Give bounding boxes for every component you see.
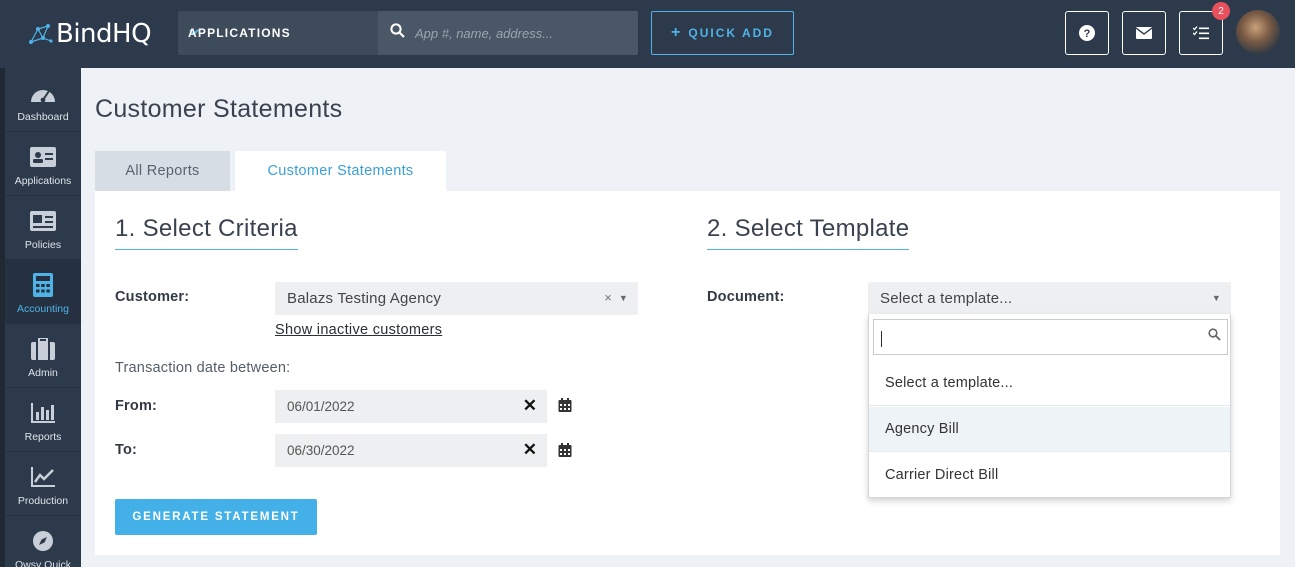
from-date-input[interactable]: 06/01/2022 ✕ [275, 390, 547, 423]
id-card-icon [29, 144, 57, 170]
to-calendar-icon[interactable] [558, 443, 572, 457]
sidebar-item-applications[interactable]: Applications [5, 132, 81, 196]
tab-label: Customer Statements [267, 163, 414, 179]
logo-text: BindHQ [56, 19, 152, 49]
tab-label: All Reports [125, 163, 200, 179]
template-dropdown-search[interactable] [873, 319, 1228, 355]
sidebar-item-production[interactable]: Production [5, 452, 81, 516]
transaction-date-label: Transaction date between: [115, 360, 291, 376]
bindhq-logo[interactable]: BindHQ [28, 18, 152, 50]
global-search [378, 11, 638, 55]
template-option-agency-bill[interactable]: Agency Bill [869, 407, 1230, 452]
sidebar-item-label: Reports [24, 431, 62, 443]
to-date-value: 06/30/2022 [287, 443, 355, 458]
template-option-placeholder[interactable]: Select a template... [869, 361, 1230, 406]
tasks-count-badge: 2 [1212, 2, 1230, 20]
sidebar-item-label: Dashboard [17, 111, 69, 123]
template-dropdown: Select a template... Agency Bill Carrier… [868, 314, 1231, 498]
to-label: To: [115, 442, 138, 458]
help-button[interactable]: ? [1065, 11, 1109, 55]
quick-add-label: QUICK ADD [688, 26, 774, 40]
line-chart-icon [29, 464, 57, 490]
sidebar-item-owsy-quick[interactable]: Owsy Quick [5, 516, 81, 567]
customer-select[interactable]: Balazs Testing Agency × ▼ [275, 282, 638, 315]
caret-down-icon: ▼ [618, 293, 628, 303]
option-label: Agency Bill [885, 421, 959, 437]
applications-dropdown-label: APPLICATIONS [188, 26, 291, 40]
document-template-select[interactable]: Select a template... ▼ [868, 282, 1231, 315]
sidebar-item-label: Admin [28, 367, 58, 379]
sidebar: Dashboard Applications Policies Accounti… [0, 68, 81, 567]
generate-statement-button[interactable]: GENERATE STATEMENT [115, 499, 317, 535]
svg-text:?: ? [1084, 28, 1091, 40]
to-date-input[interactable]: 06/30/2022 ✕ [275, 434, 547, 467]
search-input[interactable] [415, 25, 615, 41]
text-cursor [881, 331, 882, 347]
sidebar-item-label: Accounting [17, 303, 69, 315]
user-avatar[interactable] [1236, 10, 1280, 54]
sidebar-item-dashboard[interactable]: Dashboard [5, 68, 81, 132]
caret-down-icon: ▼ [1211, 293, 1221, 303]
messages-button[interactable] [1122, 11, 1166, 55]
sidebar-item-label: Production [17, 495, 69, 507]
clear-to-date-icon[interactable]: ✕ [523, 440, 537, 460]
sidebar-item-accounting[interactable]: Accounting [5, 260, 81, 324]
logo-network-icon [29, 24, 53, 44]
search-icon [390, 23, 405, 43]
select-template-heading: 2. Select Template [707, 215, 910, 250]
search-icon [1208, 328, 1221, 341]
customer-select-value: Balazs Testing Agency [287, 290, 442, 307]
plus-icon: + [671, 24, 681, 41]
sidebar-item-label: Policies [24, 239, 62, 251]
briefcase-icon [29, 336, 57, 362]
question-circle-icon: ? [1079, 25, 1095, 41]
document-label: Document: [707, 289, 785, 305]
option-label: Select a template... [885, 375, 1014, 391]
tab-customer-statements[interactable]: Customer Statements [235, 151, 446, 191]
select-criteria-heading: 1. Select Criteria [115, 215, 298, 250]
from-date-value: 06/01/2022 [287, 399, 355, 414]
bar-chart-icon [29, 400, 57, 426]
envelope-icon [1136, 27, 1152, 39]
dashboard-gauge-icon [29, 80, 57, 106]
tab-all-reports[interactable]: All Reports [95, 151, 230, 191]
customer-label: Customer: [115, 289, 190, 305]
compass-icon [29, 528, 57, 554]
document-card-icon [29, 208, 57, 234]
calculator-icon [29, 272, 57, 298]
top-navbar: BindHQ APPLICATIONS + QUICK ADD ? 2 [0, 0, 1295, 68]
option-label: Carrier Direct Bill [885, 466, 999, 483]
sidebar-item-admin[interactable]: Admin [5, 324, 81, 388]
page-title: Customer Statements [95, 95, 343, 123]
sidebar-item-label: Owsy Quick [14, 559, 71, 567]
clear-selection-icon[interactable]: × [604, 290, 612, 305]
from-label: From: [115, 398, 158, 414]
show-inactive-customers-link[interactable]: Show inactive customers [275, 322, 442, 338]
clear-from-date-icon[interactable]: ✕ [523, 396, 537, 416]
sidebar-item-label: Applications [14, 175, 72, 187]
sidebar-item-policies[interactable]: Policies [5, 196, 81, 260]
applications-dropdown[interactable]: APPLICATIONS [178, 11, 378, 55]
quick-add-button[interactable]: + QUICK ADD [651, 11, 794, 55]
from-calendar-icon[interactable] [558, 398, 572, 412]
sidebar-item-reports[interactable]: Reports [5, 388, 81, 452]
template-option-carrier-direct-bill[interactable]: Carrier Direct Bill [869, 452, 1230, 497]
document-select-value: Select a template... [880, 290, 1013, 307]
checklist-icon [1193, 26, 1209, 40]
